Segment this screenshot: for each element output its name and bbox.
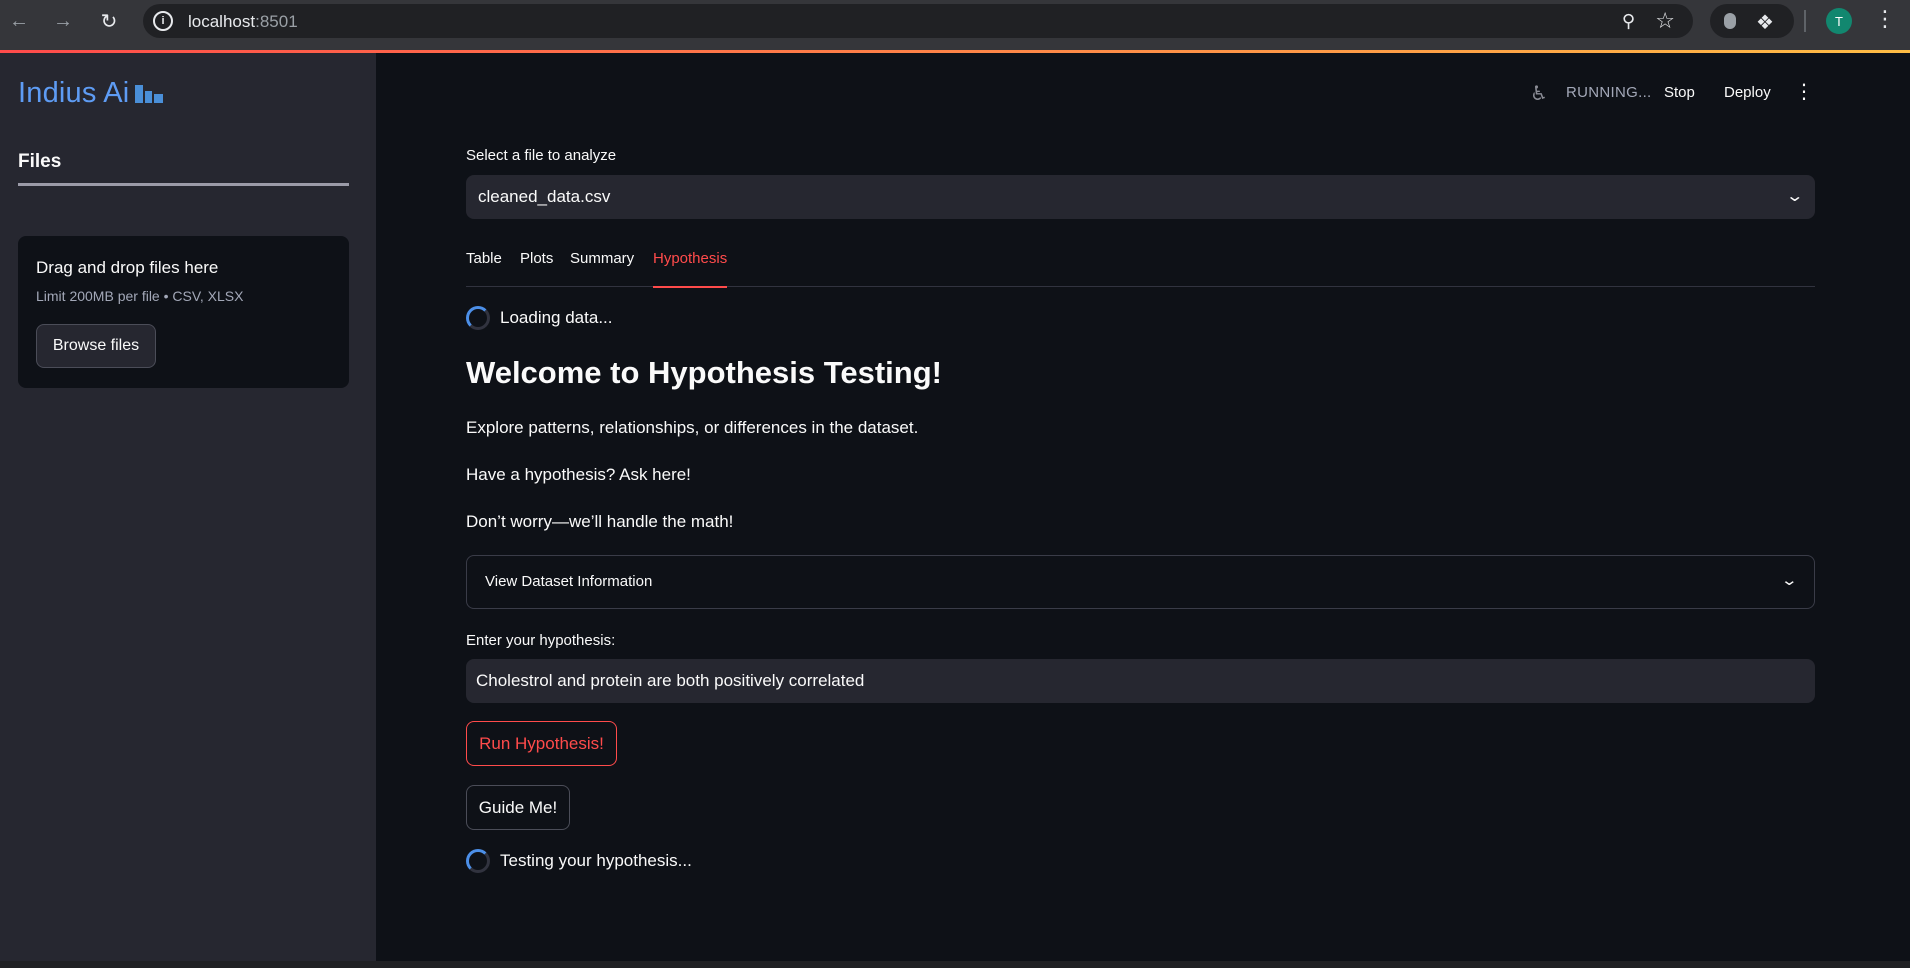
profile-avatar[interactable]: T [1826,8,1852,34]
file-uploader-dropzone[interactable]: Drag and drop files here Limit 200MB per… [18,236,349,388]
zoom-icon[interactable]: ⚲ [1622,11,1635,32]
toolbar-divider [1804,10,1806,32]
app-toolbar: ♿ RUNNING... Stop Deploy ⋮ [1510,53,1910,129]
expander-label: View Dataset Information [485,573,653,590]
tab-hypothesis[interactable]: Hypothesis [653,250,728,288]
bookmark-star-icon[interactable]: ☆ [1655,8,1675,34]
extension-icon[interactable] [1724,13,1736,29]
page-title: Welcome to Hypothesis Testing! [466,355,942,390]
running-person-icon: ♿ [1530,83,1548,105]
url-host: localhost [188,12,256,31]
hypothesis-input-label: Enter your hypothesis: [466,632,616,649]
loading-text: Loading data... [500,308,613,327]
tab-summary[interactable]: Summary [570,250,634,287]
tab-bar: Table Plots Summary Hypothesis [466,250,1815,288]
app-logo: Indius Ai [18,77,164,110]
bottom-edge [0,961,1910,968]
browser-toolbar: ← → ↻ i localhost:8501 ⚲ ☆ ❖ T ⋮ [0,0,1910,50]
dropzone-limit-text: Limit 200MB per file • CSV, XLSX [36,288,244,304]
browser-menu-icon[interactable]: ⋮ [1874,6,1896,32]
status-running: RUNNING... [1566,84,1652,101]
chevron-down-icon: ⌄ [1784,188,1804,205]
files-heading: Files [18,151,62,172]
extensions-area: ❖ [1710,4,1794,38]
file-select[interactable]: cleaned_data.csv ⌄ [466,175,1815,219]
divider [18,183,349,186]
more-menu-icon[interactable]: ⋮ [1794,79,1814,104]
address-bar[interactable]: i localhost:8501 ⚲ ☆ [143,4,1693,38]
url-text[interactable]: localhost:8501 [188,12,298,32]
forward-arrow-icon[interactable]: → [50,8,76,34]
intro-paragraph: Explore patterns, relationships, or diff… [466,418,919,437]
sidebar: Indius Ai Files Drag and drop files here… [0,53,376,968]
guide-me-button[interactable]: Guide Me! [466,785,570,830]
testing-status-text: Testing your hypothesis... [500,851,692,870]
tab-plots[interactable]: Plots [520,250,553,287]
run-hypothesis-button[interactable]: Run Hypothesis! [466,721,617,766]
file-select-value: cleaned_data.csv [478,187,611,206]
hypothesis-input[interactable] [466,659,1815,703]
testing-spinner-icon [466,849,490,873]
browse-files-button[interactable]: Browse files [36,324,156,368]
url-port: :8501 [255,12,298,31]
dataset-info-expander[interactable]: View Dataset Information ⌄ [466,555,1815,609]
intro-paragraph: Have a hypothesis? Ask here! [466,465,691,484]
office-building-icon [135,85,164,103]
reload-icon[interactable]: ↻ [96,8,122,34]
loading-spinner-icon [466,306,490,330]
intro-paragraph: Don’t worry—we’ll handle the math! [466,512,734,531]
back-arrow-icon[interactable]: ← [6,8,32,34]
puzzle-extensions-icon[interactable]: ❖ [1756,10,1774,35]
stop-button[interactable]: Stop [1664,84,1695,101]
logo-text: Indius Ai [18,77,130,109]
tab-table[interactable]: Table [466,250,502,287]
main-content: ♿ RUNNING... Stop Deploy ⋮ Select a file… [376,53,1910,961]
file-select-label: Select a file to analyze [466,147,617,164]
chevron-down-icon: ⌄ [1780,572,1799,589]
deploy-button[interactable]: Deploy [1724,84,1771,101]
dropzone-instructions: Drag and drop files here [36,258,219,277]
site-info-icon[interactable]: i [153,11,173,31]
